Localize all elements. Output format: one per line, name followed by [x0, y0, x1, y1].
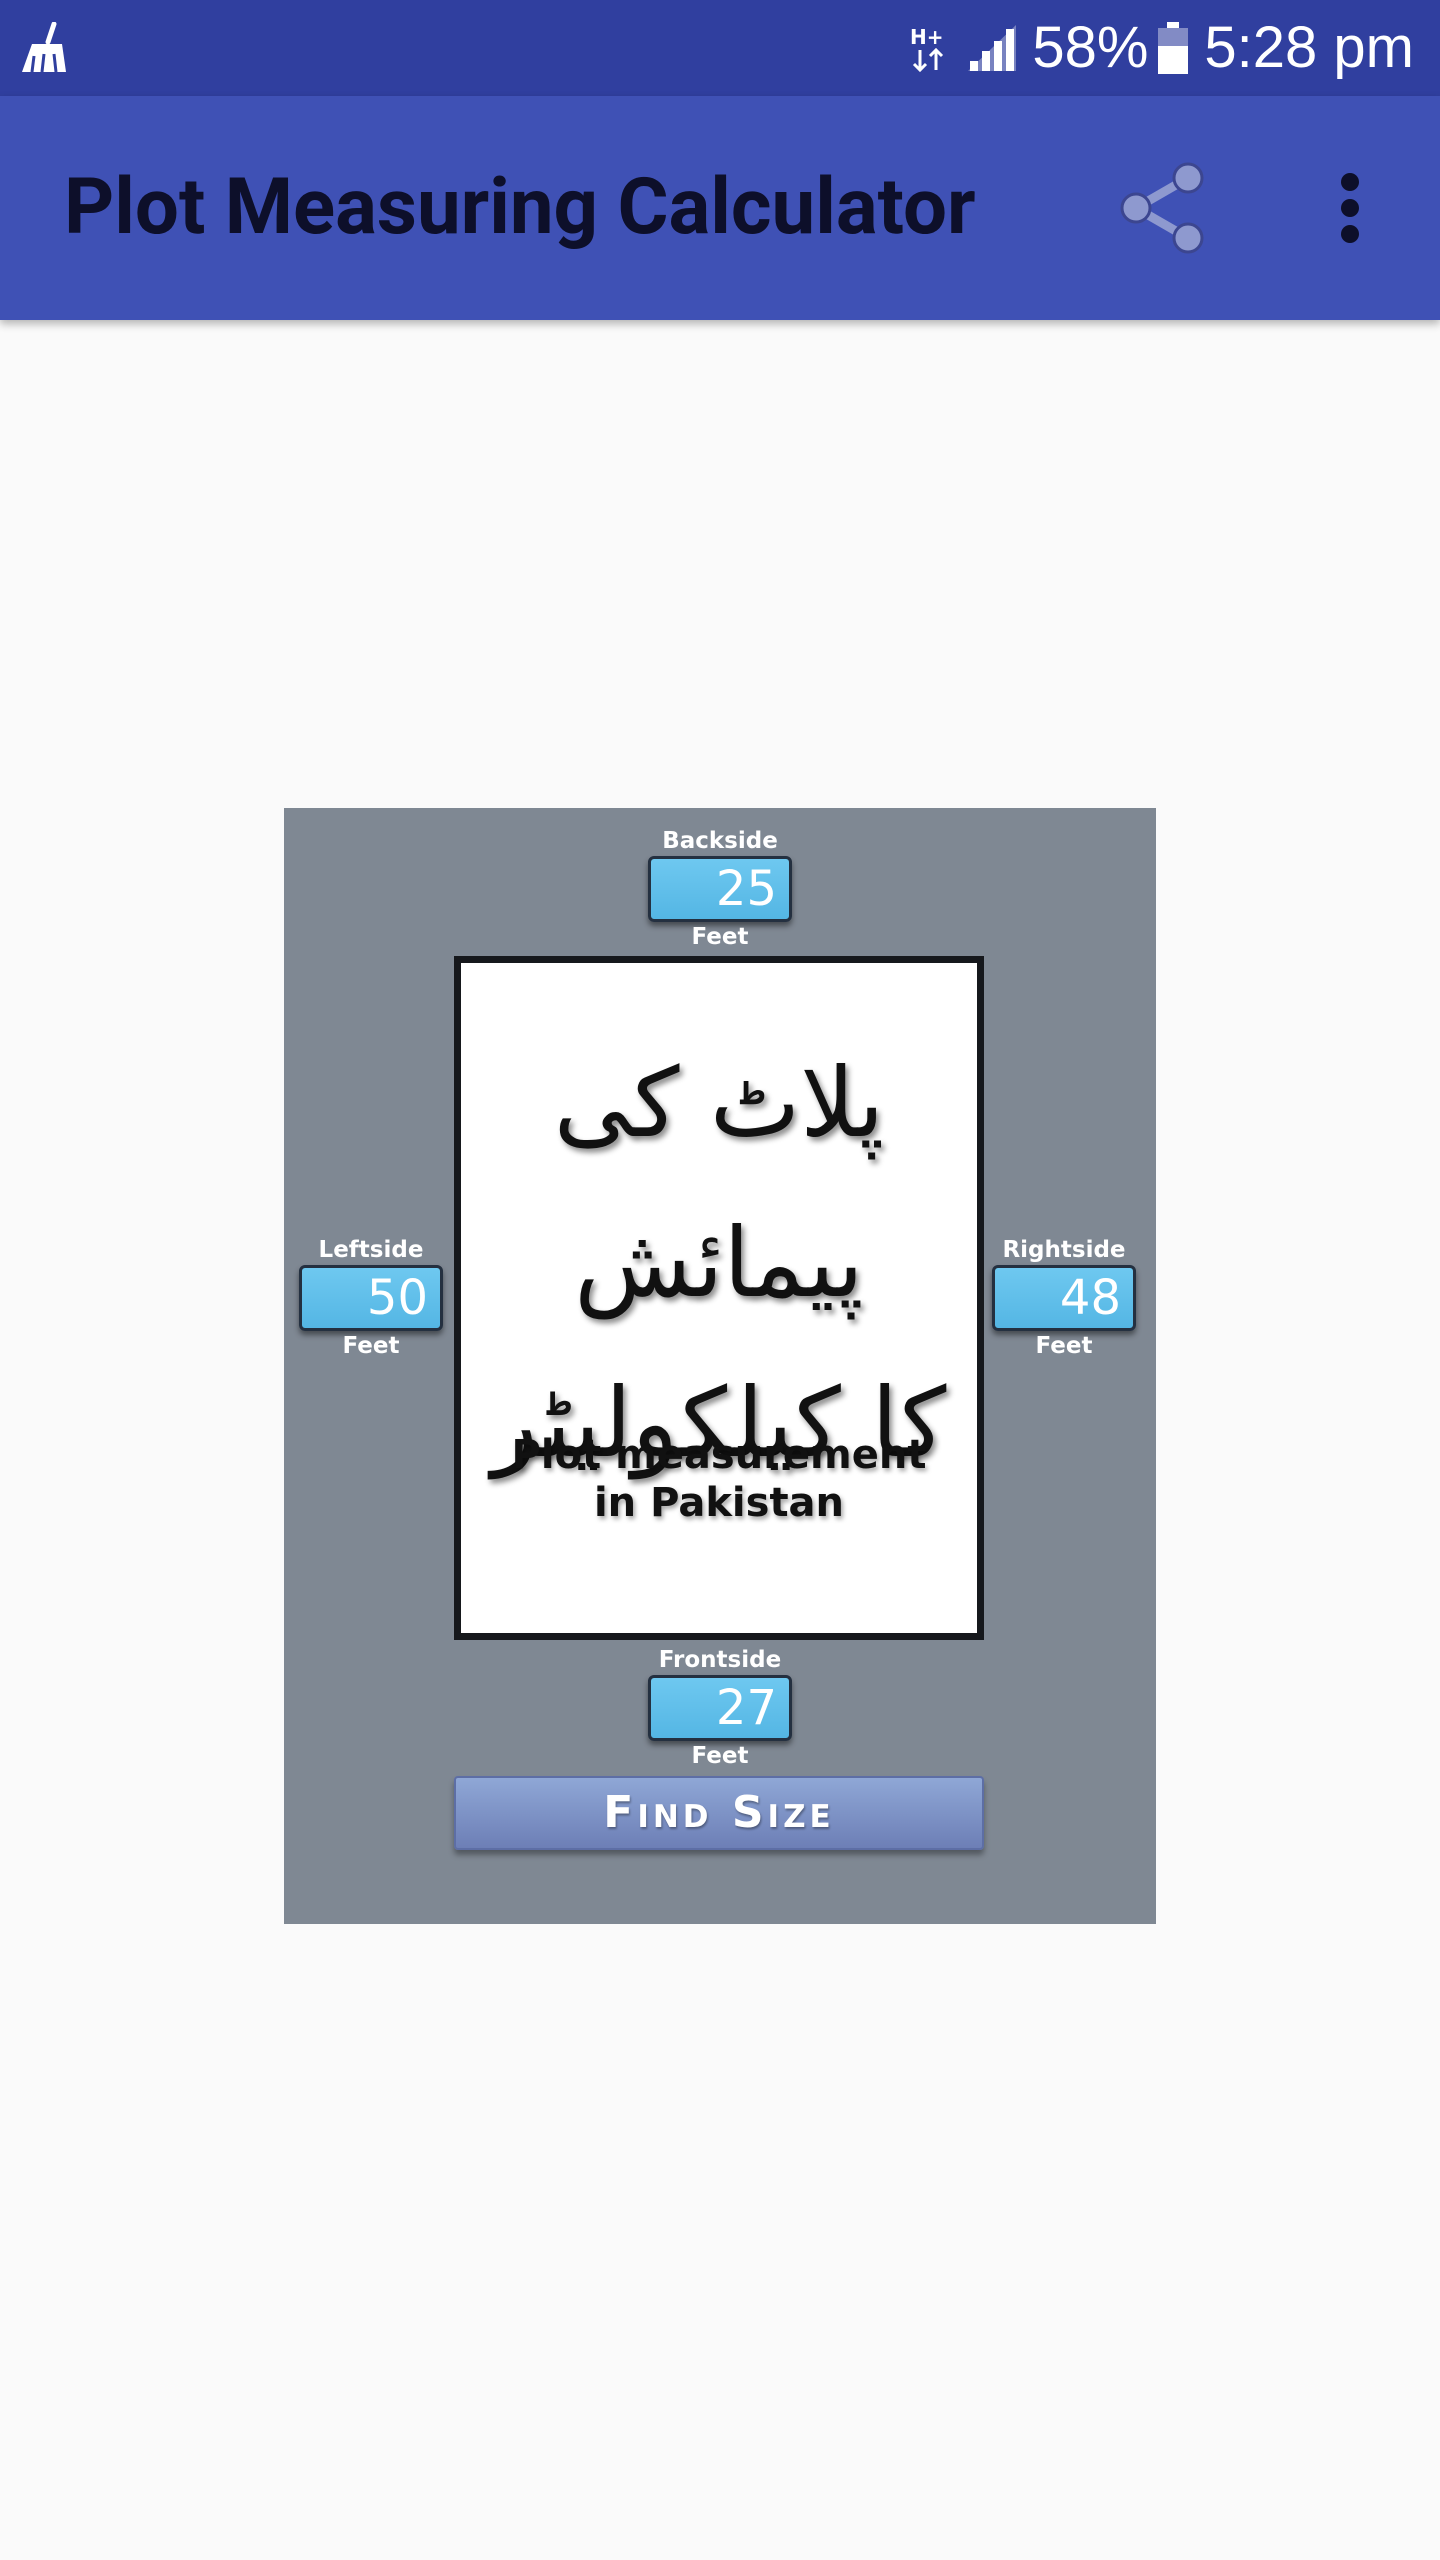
backside-input[interactable]: 25: [648, 856, 792, 922]
frontside-field[interactable]: Frontside 27 Feet: [645, 1645, 795, 1771]
backside-unit: Feet: [691, 924, 749, 950]
backside-field[interactable]: Backside 25 Feet: [645, 826, 795, 952]
svg-text:H+: H+: [910, 25, 944, 49]
share-button[interactable]: [1110, 152, 1214, 264]
backside-label: Backside: [662, 828, 778, 854]
frontside-unit: Feet: [691, 1743, 749, 1769]
battery-icon: [1158, 22, 1189, 74]
urdu-title-line1: پلاٹ کی پیمائش: [553, 1047, 885, 1319]
more-options-button[interactable]: [1320, 152, 1380, 264]
frontside-input[interactable]: 27: [648, 1675, 792, 1741]
signal-icon: [968, 25, 1017, 71]
leftside-input[interactable]: 50: [299, 1265, 443, 1331]
status-bar: H+ 58% 5:28 pm: [0, 0, 1440, 96]
more-vert-icon: [1341, 173, 1359, 243]
find-size-button[interactable]: Find Size: [454, 1776, 984, 1850]
clock: 5:28 pm: [1204, 15, 1414, 80]
english-title: Plot measurement in Pakistan: [461, 1431, 977, 1527]
frontside-label: Frontside: [658, 1647, 782, 1673]
rightside-field[interactable]: Rightside 48 Feet: [989, 1235, 1139, 1361]
plot-calculator-banner: Backside 25 Feet Leftside 50 Feet Rights…: [284, 808, 1156, 1924]
leftside-unit: Feet: [342, 1333, 400, 1359]
app-title: Plot Measuring Calculator: [64, 162, 976, 253]
rightside-unit: Feet: [1035, 1333, 1093, 1359]
app-bar: Plot Measuring Calculator: [0, 96, 1440, 320]
leftside-label: Leftside: [318, 1237, 424, 1263]
rightside-input[interactable]: 48: [992, 1265, 1136, 1331]
share-icon: [1120, 162, 1204, 254]
leftside-field[interactable]: Leftside 50 Feet: [296, 1235, 446, 1361]
plot-illustration: پلاٹ کی پیمائش کا کیلکولیٹر Plot measure…: [454, 956, 984, 1640]
network-hplus-icon: H+: [910, 25, 944, 73]
battery-percent: 58%: [1032, 15, 1149, 80]
rightside-label: Rightside: [1002, 1237, 1126, 1263]
english-title-line1: Plot measurement: [511, 1432, 927, 1478]
broom-icon: [22, 22, 66, 73]
english-title-line2: in Pakistan: [593, 1480, 845, 1526]
